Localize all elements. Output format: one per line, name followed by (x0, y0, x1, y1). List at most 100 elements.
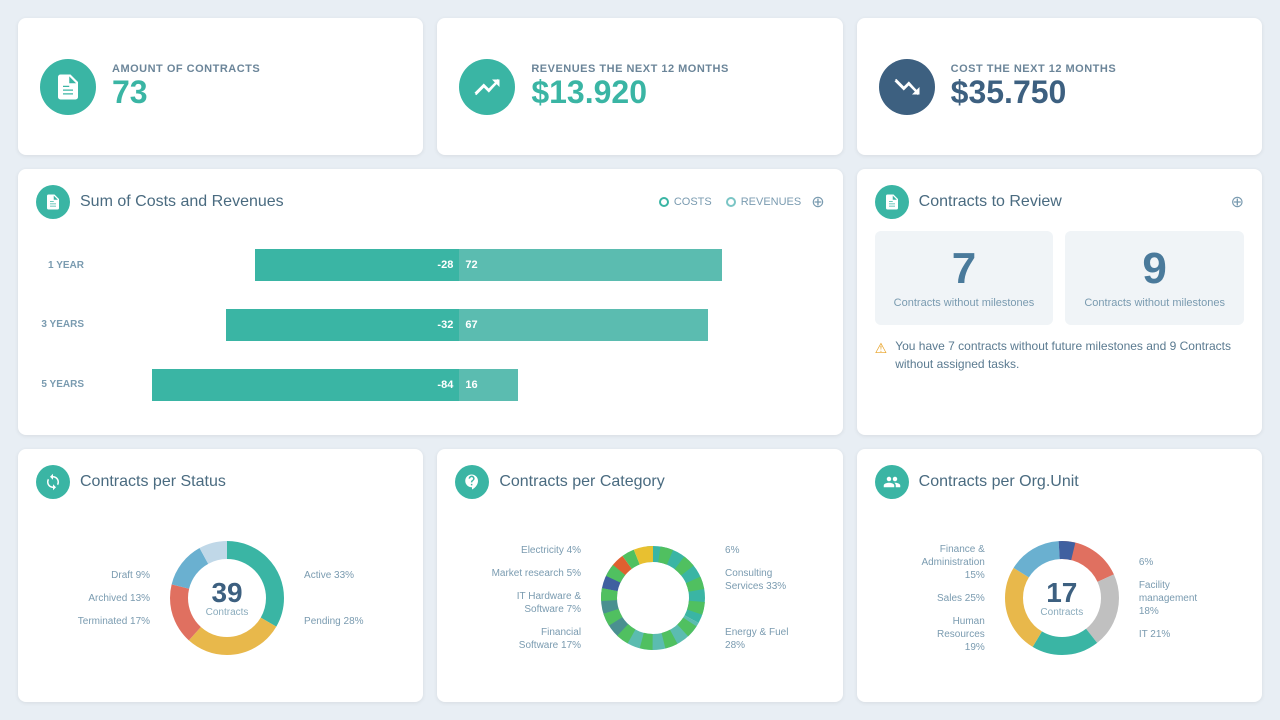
legend-revenues: REVENUES (726, 196, 802, 208)
bar-label-5years: 5 YEARS (36, 379, 84, 390)
kpi-amount-contracts: AMOUNT OF CONTRACTS 73 (18, 18, 423, 155)
orgunit-panel-title: Contracts per Org.Unit (919, 473, 1244, 491)
orgunit-panel-header: Contracts per Org.Unit (875, 465, 1244, 499)
revenues-dot (726, 197, 736, 207)
orgunit-total-label: Contracts (1040, 607, 1083, 618)
status-donut-inner: 39 Contracts (206, 579, 249, 618)
category-right-labels: 6% ConsultingServices 33% Energy & Fuel2… (725, 544, 788, 652)
bar-pos-5years: 16 (459, 369, 517, 401)
bar-pos-val-5years: 16 (465, 379, 477, 391)
orgunit-donut-center: 17 Contracts (997, 533, 1127, 663)
sum-panel-title: Sum of Costs and Revenues (80, 193, 649, 211)
review-box-2: 9 Contracts without milestones (1065, 231, 1244, 325)
sum-panel-header: Sum of Costs and Revenues COSTS REVENUES… (36, 185, 825, 219)
bar-neg-5years: -84 (152, 369, 459, 401)
legend-costs: COSTS (659, 196, 712, 208)
revenues-icon (459, 59, 515, 115)
status-left-labels: Draft 9% Archived 13% Terminated 17% (78, 569, 150, 628)
bar-track-5years: -84 16 (94, 363, 825, 407)
category-panel-title: Contracts per Category (499, 473, 824, 491)
alert-text: You have 7 contracts without future mile… (895, 337, 1244, 373)
status-panel-header: Contracts per Status (36, 465, 405, 499)
review-boxes: 7 Contracts without milestones 9 Contrac… (875, 231, 1244, 325)
bar-row-1year: 1 YEAR -28 72 (36, 243, 825, 287)
review-panel-header: Contracts to Review ⊕ (875, 185, 1244, 219)
status-label-terminated: Terminated 17% (78, 615, 150, 628)
review-target-icon[interactable]: ⊕ (1231, 192, 1244, 212)
sum-target-icon[interactable]: ⊕ (811, 192, 824, 212)
status-donut-section: Draft 9% Archived 13% Terminated 17% (36, 511, 405, 686)
review-box-1: 7 Contracts without milestones (875, 231, 1054, 325)
bar-pos-1year: 72 (459, 249, 722, 281)
dashboard: AMOUNT OF CONTRACTS 73 REVENUES THE NEXT… (18, 18, 1262, 702)
cat-label-consulting: ConsultingServices 33% (725, 567, 788, 593)
contracts-category-panel: Contracts per Category Electricity 4% Ma… (437, 449, 842, 702)
bar-track-3years: -32 67 (94, 303, 825, 347)
kpi-amount-value: 73 (112, 75, 260, 110)
kpi-revenues-value: $13.920 (531, 75, 728, 110)
category-panel-icon (455, 465, 489, 499)
bar-label-3years: 3 YEARS (36, 319, 84, 330)
cat-label-market: Market research 5% (492, 567, 581, 580)
cat-label-electricity: Electricity 4% (492, 544, 581, 557)
bar-neg-1year: -28 (255, 249, 460, 281)
category-panel-header: Contracts per Category (455, 465, 824, 499)
orgunit-left-labels: Finance &Administration15% Sales 25% Hum… (921, 543, 984, 654)
kpi-revenues: REVENUES THE NEXT 12 MONTHS $13.920 (437, 18, 842, 155)
orgunit-donut-inner: 17 Contracts (1040, 579, 1083, 618)
bar-chart: 1 YEAR -28 72 3 YEARS -32 (36, 231, 825, 418)
review-panel-title: Contracts to Review (919, 193, 1221, 211)
alert-icon: ⚠ (875, 338, 888, 359)
review-alert: ⚠ You have 7 contracts without future mi… (875, 337, 1244, 373)
status-label-pending: Pending 28% (304, 615, 364, 628)
review-box2-num: 9 (1075, 247, 1234, 291)
orgunit-total-num: 17 (1040, 579, 1083, 607)
kpi-cost-text: COST THE NEXT 12 MONTHS $35.750 (951, 63, 1117, 110)
kpi-amount-text: AMOUNT OF CONTRACTS 73 (112, 63, 260, 110)
bar-neg-val-3years: -32 (437, 319, 453, 331)
status-label-archived: Archived 13% (78, 592, 150, 605)
org-label-it: IT 21% (1139, 628, 1197, 641)
contracts-icon (40, 59, 96, 115)
cat-label-financial: FinancialSoftware 17% (492, 626, 581, 652)
status-right-labels: Active 33% Pending 28% (304, 569, 364, 628)
org-label-hr: HumanResources19% (921, 615, 984, 654)
bar-pos-val-1year: 72 (465, 259, 477, 271)
cat-label-energy: Energy & Fuel28% (725, 626, 788, 652)
org-label-facility: Facilitymanagement18% (1139, 579, 1197, 618)
bar-row-3years: 3 YEARS -32 67 (36, 303, 825, 347)
contracts-review-panel: Contracts to Review ⊕ 7 Contracts withou… (857, 169, 1262, 434)
status-total-label: Contracts (206, 607, 249, 618)
status-panel-icon (36, 465, 70, 499)
bar-pos-val-3years: 67 (465, 319, 477, 331)
legend-costs-label: COSTS (674, 196, 712, 208)
org-label-finance: Finance &Administration15% (921, 543, 984, 582)
kpi-cost: COST THE NEXT 12 MONTHS $35.750 (857, 18, 1262, 155)
status-donut-center: 39 Contracts (162, 533, 292, 663)
sum-panel-icon (36, 185, 70, 219)
orgunit-panel-icon (875, 465, 909, 499)
category-donut-section: Electricity 4% Market research 5% IT Har… (455, 511, 824, 686)
org-label-sales: Sales 25% (921, 592, 984, 605)
bar-pos-3years: 67 (459, 309, 707, 341)
category-donut-center (593, 538, 713, 658)
orgunit-right-labels: 6% Facilitymanagement18% IT 21% (1139, 556, 1197, 641)
kpi-revenues-text: REVENUES THE NEXT 12 MONTHS $13.920 (531, 63, 728, 110)
cat-label-it: IT Hardware &Software 7% (492, 590, 581, 616)
orgunit-donut-section: Finance &Administration15% Sales 25% Hum… (875, 511, 1244, 686)
bar-row-5years: 5 YEARS -84 16 (36, 363, 825, 407)
status-total-num: 39 (206, 579, 249, 607)
cat-label-other-pct: 6% (725, 544, 788, 557)
bar-neg-val-1year: -28 (437, 259, 453, 271)
bar-label-1year: 1 YEAR (36, 260, 84, 271)
bar-neg-3years: -32 (226, 309, 460, 341)
category-donut-svg (593, 538, 713, 658)
cost-icon (879, 59, 935, 115)
sum-panel-legend: COSTS REVENUES (659, 196, 801, 208)
costs-dot (659, 197, 669, 207)
review-panel-icon (875, 185, 909, 219)
kpi-cost-value: $35.750 (951, 75, 1117, 110)
bar-neg-val-5years: -84 (437, 379, 453, 391)
category-left-labels: Electricity 4% Market research 5% IT Har… (492, 544, 581, 652)
bar-track-1year: -28 72 (94, 243, 825, 287)
